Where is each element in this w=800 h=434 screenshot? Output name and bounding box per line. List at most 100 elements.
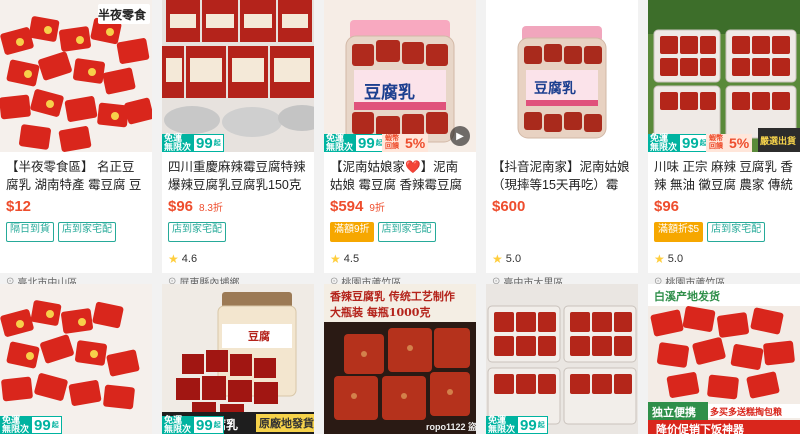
product-price: $600 [492,198,526,215]
product-image[interactable]: 免運 無限次 99 起 [162,0,314,152]
image-label: 豆腐 [248,331,270,343]
star-icon: ★ [492,252,503,266]
tag: 店到家宅配 [58,222,116,242]
product-card[interactable]: 免運無限次 99起 四川重慶麻辣霉豆腐特辣爆辣豆腐乳豆腐乳150克小包... $… [162,0,314,289]
free-shipping-unit: 起 [213,422,221,429]
rating-row: ★ 4.5 [324,242,476,268]
tag: 隔日到貨 [6,222,54,242]
tag: 店到家宅配 [168,222,226,242]
free-shipping-sublabel: 無限次 [650,142,678,152]
product-card[interactable]: 白溪产地发货 独立便携 多买多送糕掏包粮 降价促销下饭神器 [648,284,800,434]
product-card[interactable]: 半夜零食 【半夜零食區】 名正豆腐乳 湖南特產 霉豆腐 豆腐乳 ... $12 … [0,0,152,289]
tag: 滿額9折 [330,222,374,242]
play-video-icon[interactable]: ▶ [450,126,470,146]
tag-list: 隔日到貨 店到家宅配 [0,220,152,242]
product-image[interactable]: 嚴選出貨 免運 無限次 99 起 蝦幣回饋 5% [648,0,800,152]
cashback-label: 蝦幣回饋 [385,135,399,150]
product-column-2: 免運無限次 99起 四川重慶麻辣霉豆腐特辣爆辣豆腐乳豆腐乳150克小包... $… [162,0,314,434]
free-shipping-unit: 起 [537,422,545,429]
product-image[interactable]: 豆腐乳 [486,0,638,152]
rating-value: 4.6 [181,253,198,265]
product-card[interactable]: 香辣豆腐乳 传统工艺制作 大瓶装 每瓶1000克 ropo1122 盜圖必究 [324,284,476,434]
tag-list: 店到家宅配 [162,220,314,242]
image-caption: 香辣豆腐乳 传统工艺制作 [330,290,455,303]
free-shipping-sublabel: 無限次 [488,424,516,434]
product-column-5: 嚴選出貨 免運 無限次 99 起 蝦幣回饋 5% 川味 正宗 麻辣 豆腐乳 香辣 無油… [648,0,800,434]
watermark: ropo1122 盜圖必究 [425,422,476,432]
cashback-label: 蝦幣回饋 [709,135,723,150]
product-card[interactable]: 免運 無限次 99 起 [0,284,152,434]
tag-list: 滿額9折 店到家宅配 [324,220,476,242]
free-shipping-value: 99 [196,134,213,152]
rating-value: 5.0 [505,253,522,265]
image-caption: 多买多送糕掏包粮 [710,407,783,417]
free-shipping-sublabel: 無限次 [326,142,354,152]
free-shipping-value: 99 [682,134,699,152]
star-icon: ★ [330,252,341,266]
product-image[interactable]: 豆腐乳 免運 無限次 99 起 蝦幣回饋 5% ▶ [324,0,476,152]
product-title[interactable]: 川味 正宗 麻辣 豆腐乳 香辣 無油 黴豆腐 農家 傳統 手... [648,152,800,194]
image-caption: 豆腐乳 [364,83,415,103]
price-row: $600 [486,194,638,220]
image-caption: 嚴選出貨 [759,136,796,146]
free-shipping-unit: 起 [213,140,221,147]
tag: 滿額折$5 [654,222,704,242]
product-card[interactable]: 豆腐 豆腐乳 原廠地發貨 免運無限次 99起 [162,284,314,434]
product-title[interactable]: 【半夜零食區】 名正豆腐乳 湖南特產 霉豆腐 豆腐乳 ... [0,152,152,194]
free-shipping-badge: 免運 無限次 99 起 [0,416,62,434]
coin-cashback-badge: 蝦幣回饋 5% [706,134,753,152]
free-shipping-unit: 起 [51,422,59,429]
price-row: $96 [648,194,800,220]
product-price: $12 [6,198,32,215]
product-price: $96 [168,198,194,215]
product-image[interactable] [162,284,314,434]
rating-row: ★ 5.0 [648,242,800,268]
product-grid: 半夜零食 【半夜零食區】 名正豆腐乳 湖南特產 霉豆腐 豆腐乳 ... $12 … [0,0,800,434]
tag: 店到家宅配 [707,222,766,242]
discount-label: 8.3折 [199,203,223,214]
image-caption: 豆腐乳 [534,81,576,97]
free-shipping-badge: 免運 無限次 99 起 [486,416,548,434]
cashback-value: 5% [729,135,750,151]
star-icon: ★ [654,252,665,266]
free-shipping-sublabel: 無限次 [2,424,30,434]
product-image[interactable]: 半夜零食 [0,0,152,152]
rating-row: ★ 4.6 [162,242,314,268]
product-column-3: 豆腐乳 免運 無限次 99 起 蝦幣回饋 5% ▶ 【泥南姑娘家❤️】泥南姑娘 霉豆腐… [324,0,476,434]
product-card[interactable]: 豆腐乳 免運 無限次 99 起 蝦幣回饋 5% ▶ 【泥南姑娘家❤️】泥南姑娘 霉豆腐… [324,0,476,289]
product-title[interactable]: 【泥南姑娘家❤️】泥南姑娘 霉豆腐 香辣霉豆腐麻辣霉... [324,152,476,194]
tag: 店到家宅配 [377,222,436,242]
free-shipping-sublabel: 無限次 [164,142,192,152]
free-shipping-value: 99 [358,134,375,152]
tag-list [486,220,638,242]
product-image[interactable] [0,284,152,434]
product-column-4: 豆腐乳 【抖音泥南家】泥南姑娘（現摔等15天再吃）霉豆... $600 ★ 5.… [486,0,638,434]
free-shipping-value: 99 [196,416,213,434]
free-shipping-badge: 免運 無限次 99 起 [162,134,224,152]
image-caption: 原廠地發貨 [256,414,314,432]
product-title[interactable]: 四川重慶麻辣霉豆腐特辣爆辣豆腐乳豆腐乳150克小包... [162,152,314,194]
discount-label: 9折 [369,203,385,214]
price-row: $96 8.3折 [162,194,314,220]
product-price: $594 [330,198,364,215]
product-price: $96 [654,198,680,215]
product-card[interactable]: 嚴選出貨 免運 無限次 99 起 蝦幣回饋 5% 川味 正宗 麻辣 豆腐乳 香辣 無油… [648,0,800,289]
tag-list: 滿額折$5 店到家宅配 [648,220,800,242]
product-title[interactable]: 【抖音泥南家】泥南姑娘（現摔等15天再吃）霉豆... [486,152,638,194]
free-shipping-badge: 免運 無限次 99 起 [648,134,710,152]
cashback-value: 5% [405,135,426,151]
image-caption: 大瓶装 每瓶1000克 [330,306,431,319]
rating-row [0,242,152,268]
free-shipping-badge: 免運 無限次 99 起 [324,134,386,152]
image-caption: 降价促销下饭神器 [656,424,744,434]
star-icon: ★ [168,252,179,266]
product-card[interactable]: 免運 無限次 99 起 [486,284,638,434]
free-shipping-sublabel: 無限次 [164,424,192,434]
price-row: $594 9折 [324,194,476,220]
product-card[interactable]: 豆腐乳 【抖音泥南家】泥南姑娘（現摔等15天再吃）霉豆... $600 ★ 5.… [486,0,638,289]
rating-value: 5.0 [667,253,684,265]
image-caption: 白溪产地发货 [654,291,720,303]
product-image[interactable] [486,284,638,434]
image-caption: 独立便携 [652,407,696,419]
free-shipping-badge: 免運 無限次 99 起 [162,416,224,434]
